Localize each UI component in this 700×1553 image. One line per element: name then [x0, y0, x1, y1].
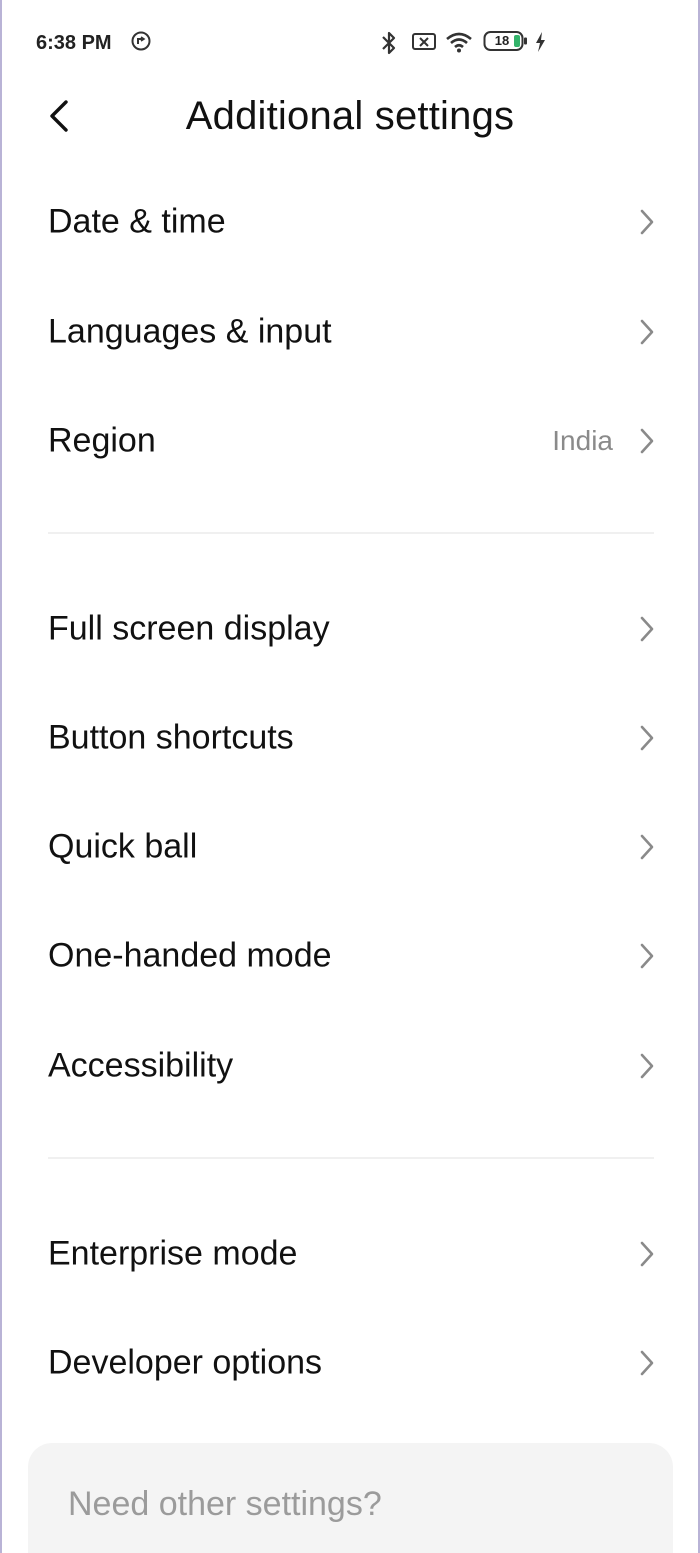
sim-no-signal-icon [411, 30, 437, 57]
data-saver-icon [130, 30, 152, 57]
chevron-right-icon [638, 615, 656, 643]
chevron-right-icon [638, 1349, 656, 1377]
item-label: Developer options [48, 1343, 323, 1382]
settings-item-languages-input[interactable]: Languages & input [0, 282, 700, 382]
region-value: India [552, 425, 613, 456]
status-time: 6:38 PM [36, 32, 112, 54]
other-settings-label: Need other settings? [68, 1485, 382, 1523]
settings-item-region[interactable]: Region India [0, 391, 700, 491]
settings-item-date-time[interactable]: Date & time [0, 172, 700, 272]
settings-item-accessibility[interactable]: Accessibility [0, 1016, 700, 1116]
chevron-right-icon [638, 724, 656, 752]
chevron-right-icon [638, 208, 656, 236]
settings-item-one-handed-mode[interactable]: One-handed mode [0, 906, 700, 1006]
settings-item-quick-ball[interactable]: Quick ball [0, 797, 700, 897]
chevron-right-icon [638, 318, 656, 346]
settings-item-developer-options[interactable]: Developer options [0, 1313, 700, 1413]
battery-level: 18 [494, 33, 510, 48]
header: Additional settings [0, 88, 700, 148]
item-label: Full screen display [48, 609, 330, 648]
chevron-right-icon [638, 1052, 656, 1080]
page-title: Additional settings [185, 94, 515, 138]
battery-icon: 18 [483, 30, 531, 52]
chevron-right-icon [638, 427, 656, 455]
item-label: Quick ball [48, 827, 198, 866]
charging-icon [533, 30, 547, 59]
settings-item-enterprise-mode[interactable]: Enterprise mode [0, 1204, 700, 1304]
item-label: Languages & input [48, 312, 332, 351]
item-label: Enterprise mode [48, 1234, 298, 1273]
section-divider [48, 532, 654, 534]
section-divider [48, 1157, 654, 1159]
item-label: Button shortcuts [48, 718, 294, 757]
settings-item-button-shortcuts[interactable]: Button shortcuts [0, 688, 700, 788]
settings-item-full-screen-display[interactable]: Full screen display [0, 579, 700, 679]
chevron-right-icon [638, 942, 656, 970]
item-label: Accessibility [48, 1046, 234, 1085]
item-label: Region [48, 421, 156, 460]
status-bar: 6:38 PM 18 [0, 0, 700, 88]
other-settings-card[interactable]: Need other settings? [28, 1443, 673, 1553]
wifi-icon [445, 30, 473, 59]
chevron-right-icon [638, 833, 656, 861]
item-label: Date & time [48, 202, 226, 241]
item-label: One-handed mode [48, 936, 332, 975]
chevron-right-icon [638, 1240, 656, 1268]
bluetooth-icon [380, 30, 398, 61]
